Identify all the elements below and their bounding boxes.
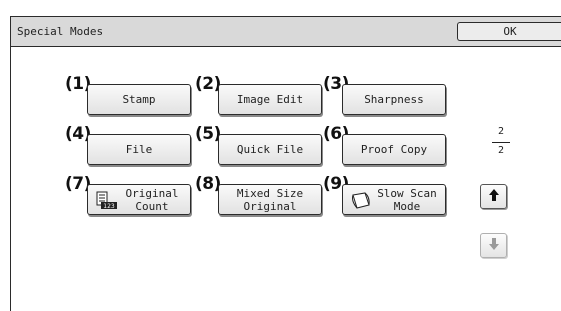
image-edit-button-label: Image Edit xyxy=(236,93,304,106)
image-edit-button[interactable]: Image Edit xyxy=(218,84,322,115)
slow-scan-mode-button[interactable]: Slow Scan Mode xyxy=(342,184,446,215)
quick-file-button-label: Quick File xyxy=(236,143,304,156)
sharpness-button[interactable]: Sharpness xyxy=(342,84,446,115)
slow-scan-icon xyxy=(350,191,374,214)
screen-title: Special Modes xyxy=(17,25,104,38)
proof-copy-button-label: Proof Copy xyxy=(360,143,428,156)
file-button[interactable]: File xyxy=(87,134,191,165)
scroll-down-button[interactable] xyxy=(480,233,507,258)
stamp-button[interactable]: Stamp xyxy=(87,84,191,115)
sharpness-button-label: Sharpness xyxy=(364,93,424,106)
mixed-size-original-button[interactable]: Mixed Size Original xyxy=(218,184,322,215)
page-divider xyxy=(492,142,510,143)
file-button-label: File xyxy=(125,143,153,156)
stamp-button-label: Stamp xyxy=(122,93,156,106)
button-number-2: (2) xyxy=(195,74,221,94)
page-total: 2 xyxy=(497,145,505,156)
slow-scan-mode-button-label: Slow Scan Mode xyxy=(377,186,437,213)
original-count-button[interactable]: 123 Original Count xyxy=(87,184,191,215)
up-arrow-icon xyxy=(488,187,500,206)
svg-text:123: 123 xyxy=(103,203,115,210)
original-count-icon: 123 xyxy=(95,191,119,214)
scroll-up-button[interactable] xyxy=(480,184,507,209)
title-bar: Special Modes OK xyxy=(11,17,561,47)
button-number-5: (5) xyxy=(195,124,221,144)
ok-button[interactable]: OK xyxy=(457,22,561,41)
mixed-size-original-button-label: Mixed Size Original xyxy=(236,186,304,213)
button-number-8: (8) xyxy=(195,174,221,194)
proof-copy-button[interactable]: Proof Copy xyxy=(342,134,446,165)
page-current: 2 xyxy=(497,126,505,137)
down-arrow-icon xyxy=(488,236,500,255)
original-count-button-label: Original Count xyxy=(125,186,179,213)
quick-file-button[interactable]: Quick File xyxy=(218,134,322,165)
